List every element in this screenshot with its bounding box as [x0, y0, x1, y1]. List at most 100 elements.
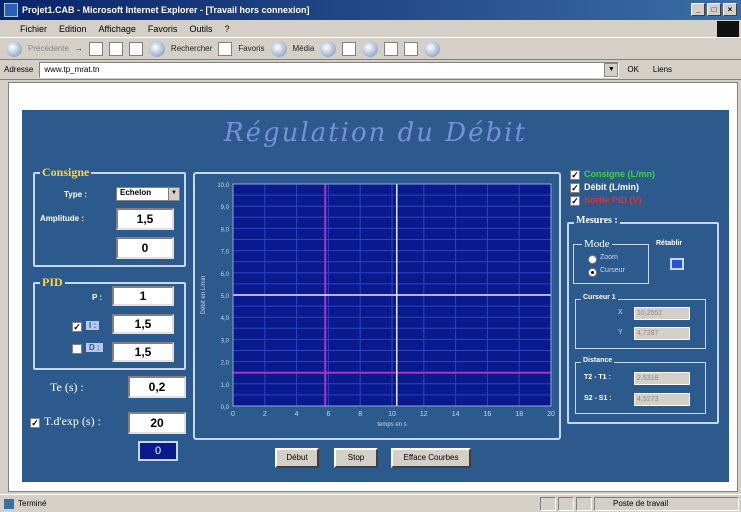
- menu-help[interactable]: ?: [224, 24, 229, 34]
- stop-icon[interactable]: [88, 41, 103, 56]
- x-tick-label: 12: [420, 411, 428, 418]
- print-icon[interactable]: [362, 40, 379, 57]
- retablir-label: Rétablir: [656, 240, 683, 247]
- messenger-icon[interactable]: [424, 40, 441, 57]
- distance-s-value: 4,5273: [634, 393, 690, 406]
- search-icon[interactable]: [148, 40, 165, 57]
- home-icon[interactable]: [128, 41, 143, 56]
- media-icon[interactable]: [270, 40, 287, 57]
- status-zone: Poste de travail: [594, 497, 739, 511]
- amplitude-input[interactable]: 1,5: [116, 208, 174, 230]
- forward-icon[interactable]: →: [75, 44, 83, 53]
- legend-pid-label: Sortie PID (V): [584, 195, 642, 205]
- app-title: Régulation du Débit: [224, 118, 527, 148]
- d-input[interactable]: 1,5: [112, 342, 174, 362]
- menu-fichier[interactable]: Fichier: [20, 24, 47, 34]
- refresh-icon[interactable]: [108, 41, 123, 56]
- curseur-y-value: 4,7287: [634, 327, 690, 340]
- page-status-icon: [4, 498, 14, 509]
- mail-icon[interactable]: [342, 41, 357, 56]
- menu-favoris[interactable]: Favoris: [148, 24, 178, 34]
- search-button-label[interactable]: Rechercher: [171, 44, 212, 53]
- d-checkbox[interactable]: [72, 344, 82, 354]
- menu-bar: Fichier Edition Affichage Favoris Outils…: [0, 20, 741, 38]
- legend-debit-checkbox[interactable]: ✓: [570, 183, 580, 193]
- media-button-label[interactable]: Média: [293, 44, 315, 53]
- stop-button[interactable]: Stop: [334, 448, 378, 468]
- y-tick-label: 1,0: [221, 383, 230, 389]
- x-tick-label: 18: [515, 411, 523, 418]
- discuss-icon[interactable]: [404, 41, 419, 56]
- y-tick-label: 7,0: [221, 250, 230, 256]
- i-input[interactable]: 1,5: [112, 314, 174, 334]
- texp-input[interactable]: 20: [128, 412, 186, 434]
- history-icon[interactable]: [320, 40, 337, 57]
- y-tick-label: 4,0: [221, 316, 230, 322]
- legend-consigne-checkbox[interactable]: ✓: [570, 170, 580, 180]
- start-button[interactable]: Début: [275, 448, 319, 468]
- window-titlebar[interactable]: Projet1.CAB - Microsoft Internet Explore…: [0, 0, 741, 20]
- x-tick-label: 8: [358, 411, 362, 418]
- address-bar: Adresse www.tp_mrat.tn ▼ OK Liens: [0, 60, 741, 80]
- address-label: Adresse: [4, 65, 34, 74]
- address-dropdown-icon[interactable]: ▼: [604, 62, 619, 77]
- curseur-title: Curseur 1: [581, 294, 618, 301]
- distance-t-label: T2 - T1 :: [584, 374, 611, 381]
- legend-pid-checkbox[interactable]: ✓: [570, 196, 580, 206]
- x-tick-label: 10: [388, 411, 396, 418]
- x-tick-label: 0: [231, 411, 235, 418]
- i-checkbox[interactable]: ✓: [72, 322, 82, 332]
- pid-title: PID: [40, 275, 65, 290]
- type-select-value: Echelon: [120, 188, 152, 197]
- back-icon[interactable]: [6, 40, 22, 57]
- p-input[interactable]: 1: [112, 286, 174, 306]
- distance-s-label: S2 - S1 :: [584, 395, 612, 402]
- flow-chart[interactable]: 0,0 1,0 2,0 3,0 4,0 5,0 6,0 7,0 8,0 9,0 10,0 0 2 4 6 8 1…: [193, 172, 561, 440]
- status-text: Terminé: [18, 499, 47, 508]
- mode-title: Mode: [582, 238, 612, 250]
- curseur-x-label: X: [618, 309, 623, 316]
- distance-title: Distance: [581, 357, 615, 364]
- windows-logo: [717, 21, 739, 37]
- clear-curves-button[interactable]: Efface Courbes: [391, 448, 471, 468]
- y-tick-label: 9,0: [221, 205, 230, 211]
- maximize-button[interactable]: □: [707, 3, 721, 16]
- curseur-y-label: Y: [618, 329, 623, 336]
- chevron-down-icon: ▼: [168, 188, 179, 200]
- links-button[interactable]: Liens: [653, 65, 672, 74]
- offset-input[interactable]: 0: [116, 237, 174, 259]
- d-label: D :: [86, 343, 103, 352]
- i-label: I :: [86, 321, 100, 330]
- menu-edition[interactable]: Edition: [59, 24, 87, 34]
- retablir-button[interactable]: [670, 258, 684, 270]
- menu-outils[interactable]: Outils: [189, 24, 212, 34]
- menu-affichage[interactable]: Affichage: [99, 24, 136, 34]
- address-input[interactable]: www.tp_mrat.tn ▼: [39, 61, 620, 78]
- favorites-icon[interactable]: [218, 41, 233, 56]
- texp-label: T.d'exp (s) :: [44, 414, 101, 428]
- back-button-label[interactable]: Précédente: [28, 44, 69, 53]
- type-select[interactable]: Echelon ▼: [116, 187, 180, 201]
- status-cell-2: [558, 497, 574, 511]
- minimize-button[interactable]: _: [691, 3, 705, 16]
- mode-curseur-label: Curseur: [600, 267, 625, 274]
- mode-curseur-radio[interactable]: [588, 268, 597, 277]
- y-tick-label: 6,0: [221, 272, 230, 278]
- y-axis-label: Débit en L/min: [201, 276, 207, 315]
- x-tick-label: 20: [547, 411, 555, 418]
- x-tick-label: 6: [326, 411, 330, 418]
- ie-app-icon: [4, 3, 18, 17]
- distance-t-value: 2,5318: [634, 372, 690, 385]
- texp-checkbox[interactable]: ✓: [30, 418, 40, 428]
- go-button[interactable]: OK: [627, 65, 639, 74]
- type-label: Type :: [64, 190, 87, 199]
- te-input[interactable]: 0,2: [128, 376, 186, 398]
- distance-group: [575, 362, 706, 414]
- close-button[interactable]: ×: [723, 3, 737, 16]
- curseur-x-value: 10,2552: [634, 307, 690, 320]
- favorites-button-label[interactable]: Favoris: [238, 44, 264, 53]
- mode-zoom-radio[interactable]: [588, 255, 597, 264]
- amplitude-label: Amplitude :: [40, 214, 84, 223]
- y-tick-label: 3,0: [221, 338, 230, 344]
- edit-icon[interactable]: [384, 41, 399, 56]
